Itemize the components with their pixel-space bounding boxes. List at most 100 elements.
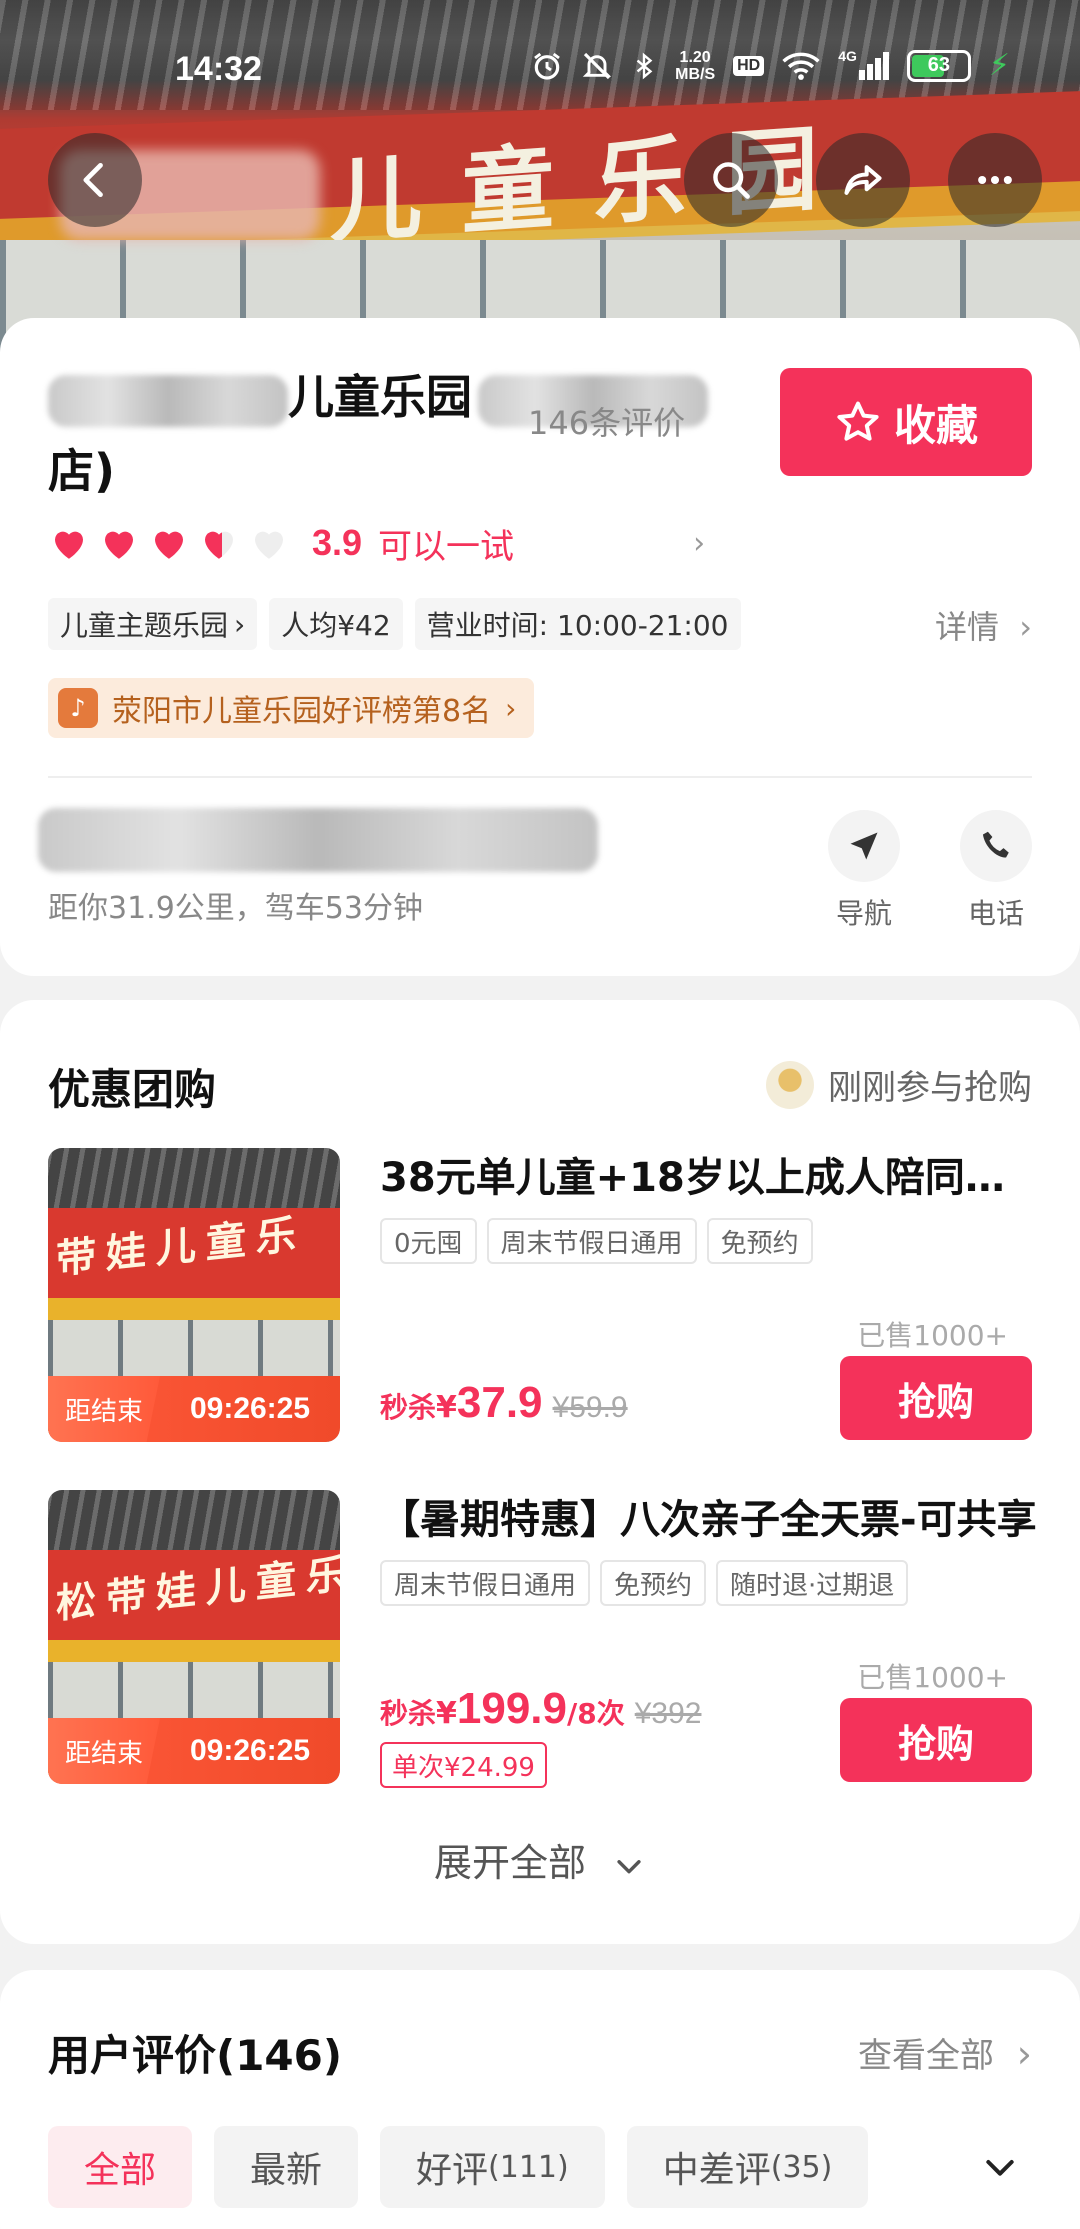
filter-negative[interactable]: 中差评 (35) bbox=[626, 2126, 869, 2208]
network-speed: 1.20 MB/S bbox=[675, 49, 715, 83]
share-button[interactable] bbox=[816, 133, 910, 227]
navigate-circle bbox=[828, 810, 900, 882]
phone-icon bbox=[982, 831, 1009, 858]
phone-button[interactable]: 电话 bbox=[960, 810, 1032, 932]
tag-hours: 营业时间: 10:00-21:00 bbox=[414, 598, 741, 650]
navigate-button[interactable]: 导航 bbox=[828, 810, 900, 932]
flash-sale-label: 秒杀 bbox=[380, 1697, 437, 1730]
details-label: 详情 bbox=[935, 608, 1000, 646]
deal-chips: 周末节假日通用 免预约 随时退·过期退 bbox=[380, 1560, 909, 1606]
buy-button[interactable]: 抢购 bbox=[840, 1698, 1032, 1782]
deal-title: 38元单儿童+18岁以上成人陪同免费 bbox=[380, 1155, 1040, 1201]
shop-info-card: 儿童乐园 店) 收藏 3.9 可以一试 146条评价 › 儿童主题乐园 › 人均¥… bbox=[0, 318, 1080, 976]
chevron-right-icon: › bbox=[505, 691, 517, 725]
network-type: 4G bbox=[838, 47, 857, 64]
group-deals-card: 优惠团购 刚刚参与抢购 带娃儿童乐 距结束 09:26:25 38元单儿童+18… bbox=[0, 1000, 1080, 1944]
heart-full-icon bbox=[55, 531, 83, 559]
chevron-down-icon bbox=[986, 2160, 1014, 2176]
thumb-sign: 带娃儿童乐 bbox=[56, 1210, 306, 1284]
status-icons: 1.20 MB/S HD 4G 63 ⚡ bbox=[531, 48, 1010, 83]
status-time: 14:32 bbox=[175, 50, 262, 88]
heart-full-icon bbox=[105, 531, 133, 559]
blurred-name-prefix bbox=[48, 374, 288, 427]
collect-button[interactable]: 收藏 bbox=[780, 368, 1032, 476]
buy-button[interactable]: 抢购 bbox=[840, 1356, 1032, 1440]
phone-circle bbox=[960, 810, 1032, 882]
shop-tags: 儿童主题乐园 › 人均¥42 营业时间: 10:00-21:00 bbox=[48, 598, 741, 650]
filter-positive[interactable]: 好评 (111) bbox=[380, 2126, 605, 2208]
deal-chip: 0元囤 bbox=[380, 1218, 477, 1264]
original-price: ¥59.9 bbox=[552, 1391, 628, 1424]
sold-count: 已售1000+ bbox=[857, 1661, 1008, 1694]
expand-all-button[interactable]: 展开全部 bbox=[0, 1832, 1080, 1887]
recent-participants: 刚刚参与抢购 bbox=[766, 1060, 1032, 1109]
chevron-right-icon: › bbox=[693, 525, 706, 561]
countdown-label: 距结束 bbox=[48, 1376, 160, 1442]
back-button[interactable] bbox=[48, 133, 142, 227]
deal-chip: 随时退·过期退 bbox=[716, 1560, 909, 1606]
deal-chip: 周末节假日通用 bbox=[486, 1218, 697, 1264]
bluetooth-icon bbox=[636, 52, 653, 79]
countdown-label: 距结束 bbox=[48, 1718, 160, 1784]
filter-dropdown-button[interactable] bbox=[960, 2126, 1040, 2208]
ranking-badge[interactable]: ♪ 荥阳市儿童乐园好评榜第8名 › bbox=[48, 678, 535, 738]
shop-name-line2: 店) bbox=[48, 444, 116, 498]
douyin-logo-icon: ♪ bbox=[58, 688, 98, 728]
status-bar: 14:32 1.20 MB/S HD 4G 63 ⚡ bbox=[0, 40, 1080, 100]
chevron-right-icon: › bbox=[1016, 2032, 1032, 2076]
heart-empty-icon bbox=[255, 531, 283, 559]
search-icon bbox=[713, 162, 750, 199]
deal-item[interactable]: 带娃儿童乐 距结束 09:26:25 38元单儿童+18岁以上成人陪同免费 0元… bbox=[48, 1148, 1040, 1442]
star-outline-icon bbox=[837, 401, 879, 441]
deal-chips: 0元囤 周末节假日通用 免预约 bbox=[380, 1218, 813, 1264]
chevron-down-icon bbox=[617, 1859, 641, 1873]
mute-bell-icon bbox=[582, 52, 612, 79]
hd-badge: HD bbox=[733, 55, 765, 76]
rating-score: 3.9 bbox=[312, 522, 363, 563]
price-unit: /8次 bbox=[567, 1697, 625, 1730]
deal-chip: 免预约 bbox=[600, 1560, 707, 1606]
rating-row[interactable]: 3.9 可以一试 146条评价 › bbox=[48, 404, 706, 568]
tag-category[interactable]: 儿童主题乐园 › bbox=[48, 598, 258, 650]
filter-label: 全部 bbox=[84, 2150, 157, 2191]
countdown-bar: 距结束 09:26:25 bbox=[48, 1718, 340, 1784]
deal-thumbnail: 松带娃儿童乐 距结束 09:26:25 bbox=[48, 1490, 340, 1784]
heart-half-icon bbox=[205, 531, 233, 559]
price-value: 199.9 bbox=[456, 1684, 567, 1733]
deal-item[interactable]: 松带娃儿童乐 距结束 09:26:25 【暑期特惠】八次亲子全天票-可共享 周末… bbox=[48, 1490, 1037, 1788]
see-all-link[interactable]: 查看全部 › bbox=[858, 2028, 1032, 2077]
countdown-timer: 09:26:25 bbox=[189, 1734, 311, 1767]
back-arrow-icon bbox=[83, 162, 103, 198]
filter-count: (111) bbox=[488, 2149, 569, 2185]
details-link[interactable]: 详情 › bbox=[935, 602, 1032, 648]
search-button[interactable] bbox=[684, 133, 778, 227]
charging-icon: ⚡ bbox=[988, 48, 1010, 83]
currency-symbol: ¥ bbox=[436, 1390, 457, 1425]
rating-verdict: 可以一试 bbox=[378, 526, 515, 567]
participate-text: 刚刚参与抢购 bbox=[828, 1068, 1032, 1108]
blurred-address bbox=[38, 808, 598, 872]
filter-latest[interactable]: 最新 bbox=[214, 2126, 359, 2208]
countdown-timer: 09:26:25 bbox=[189, 1392, 311, 1425]
chevron-right-icon: › bbox=[1019, 608, 1032, 646]
user-reviews-card: 用户评价(146) 查看全部 › 全部 最新 好评 (111) 中差评 (35) bbox=[0, 1970, 1080, 2229]
navigate-label: 导航 bbox=[835, 897, 892, 930]
more-button[interactable] bbox=[948, 133, 1042, 227]
filter-label: 好评 bbox=[416, 2150, 489, 2191]
deal-thumbnail: 带娃儿童乐 距结束 09:26:25 bbox=[48, 1148, 340, 1442]
deal-price: 秒杀 ¥ 37.9 ¥59.9 bbox=[380, 1378, 628, 1428]
reviews-title: 用户评价(146) bbox=[48, 2031, 343, 2080]
more-dots-icon bbox=[978, 175, 1012, 185]
filter-all[interactable]: 全部 bbox=[48, 2126, 193, 2208]
distance-text: 距你31.9公里，驾车53分钟 bbox=[48, 891, 423, 926]
share-icon bbox=[844, 165, 882, 195]
heart-full-icon bbox=[155, 531, 183, 559]
single-price-badge: 单次¥24.99 bbox=[380, 1742, 547, 1788]
sold-count: 已售1000+ bbox=[857, 1319, 1008, 1352]
deals-title: 优惠团购 bbox=[48, 1065, 217, 1114]
thumb-slats bbox=[48, 1148, 340, 1208]
battery-icon: 63 bbox=[906, 49, 971, 82]
collect-label: 收藏 bbox=[893, 400, 978, 450]
shop-name-visible: 儿童乐园 bbox=[288, 370, 472, 424]
deal-title: 【暑期特惠】八次亲子全天票-可共享 bbox=[380, 1497, 1037, 1543]
